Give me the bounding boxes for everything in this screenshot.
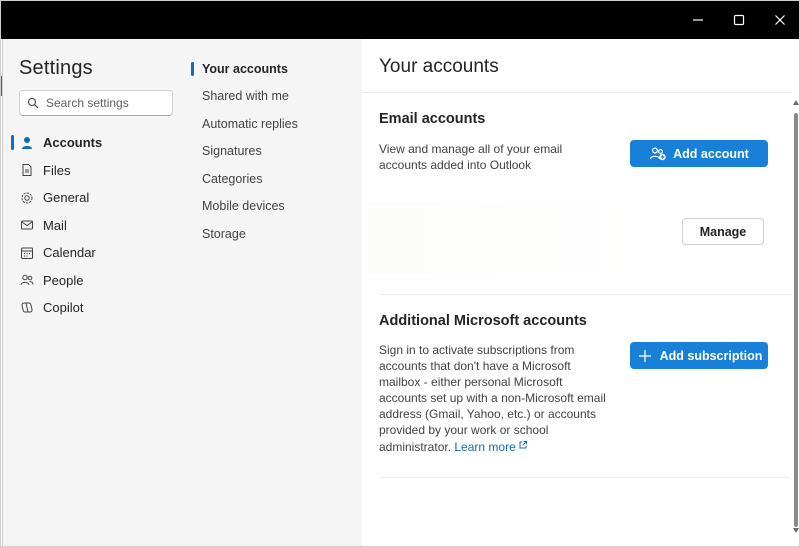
subnav-item-label: Mobile devices: [202, 199, 285, 214]
title-bar: [0, 0, 800, 39]
email-accounts-title: Email accounts: [379, 111, 486, 127]
settings-title: Settings: [19, 57, 93, 79]
add-subscription-button[interactable]: Add subscription: [630, 342, 768, 369]
mail-icon: [19, 217, 35, 233]
subnav-item-label: Your accounts: [202, 61, 288, 76]
minimize-button[interactable]: [677, 0, 718, 39]
settings-nav: Accounts Files General Mail Calendar Peo…: [3, 129, 173, 322]
sidebar-item-files[interactable]: Files: [3, 157, 173, 185]
additional-accounts-title: Additional Microsoft accounts: [379, 313, 587, 329]
accounts-subnav: Your accounts Shared with me Automatic r…: [191, 55, 351, 248]
additional-accounts-text: Sign in to activate subscriptions from a…: [379, 343, 606, 454]
scroll-up-arrow-icon[interactable]: [792, 97, 800, 107]
search-box[interactable]: [19, 90, 173, 116]
sidebar-item-label: Copilot: [43, 300, 84, 316]
sidebar-item-people[interactable]: People: [3, 267, 173, 295]
add-subscription-label: Add subscription: [659, 348, 763, 363]
person-icon: [19, 135, 35, 151]
sidebar-item-label: General: [43, 190, 90, 206]
external-link-icon: [518, 438, 528, 449]
sidebar-item-general[interactable]: General: [3, 184, 173, 212]
subnav-item-label: Categories: [202, 171, 263, 186]
subnav-item-label: Shared with me: [202, 89, 289, 104]
document-icon: [19, 162, 35, 178]
sidebar-item-calendar[interactable]: Calendar: [3, 239, 173, 267]
close-button[interactable]: [759, 0, 800, 39]
additional-accounts-description: Sign in to activate subscriptions from a…: [379, 342, 611, 455]
plus-icon: [636, 348, 654, 364]
scroll-thumb[interactable]: [794, 113, 798, 527]
outlook-settings-window: Settings Accounts: [0, 0, 800, 547]
search-icon: [26, 96, 40, 110]
add-account-button[interactable]: Add account: [630, 140, 768, 167]
settings-sidebar: Settings Accounts: [3, 39, 362, 547]
email-accounts-description: View and manage all of your email accoun…: [379, 142, 563, 172]
subnav-item-storage[interactable]: Storage: [191, 220, 351, 248]
sidebar-item-label: People: [43, 272, 84, 288]
sidebar-item-label: Calendar: [43, 245, 96, 261]
page-title: Your accounts: [379, 56, 499, 77]
sidebar-item-copilot[interactable]: Copilot: [3, 294, 173, 322]
learn-more-label: Learn more: [454, 440, 516, 454]
additional-section-divider: [379, 477, 790, 478]
subnav-item-mobile-devices[interactable]: Mobile devices: [191, 193, 351, 221]
sidebar-item-mail[interactable]: Mail: [3, 212, 173, 240]
maximize-icon: [733, 14, 744, 25]
learn-more-link[interactable]: Learn more: [454, 440, 527, 454]
add-account-label: Add account: [673, 146, 749, 161]
subnav-item-label: Automatic replies: [202, 116, 298, 131]
sidebar-item-label: Files: [43, 162, 71, 178]
subnav-item-automatic-replies[interactable]: Automatic replies: [191, 110, 351, 138]
scroll-down-arrow-icon[interactable]: [792, 525, 800, 535]
title-divider: [362, 92, 792, 93]
sidebar-item-label: Accounts: [43, 135, 103, 151]
background-app-marker: [0, 76, 2, 96]
manage-button[interactable]: Manage: [682, 218, 764, 245]
maximize-button[interactable]: [718, 0, 759, 39]
close-icon: [774, 14, 785, 25]
email-section-divider: [379, 294, 790, 295]
copilot-icon: [19, 300, 35, 316]
gear-icon: [19, 190, 35, 206]
add-person-icon: [649, 146, 667, 162]
account-row: [368, 202, 638, 274]
sidebar-item-label: Mail: [43, 217, 67, 233]
subnav-item-label: Signatures: [202, 144, 262, 159]
calendar-icon: [19, 245, 35, 261]
subnav-item-label: Storage: [202, 226, 246, 241]
scrollbar[interactable]: [792, 39, 800, 547]
people-icon: [19, 272, 35, 288]
search-input[interactable]: [46, 96, 166, 110]
settings-main-panel: Your accounts Email accounts View and ma…: [362, 39, 800, 547]
subnav-item-signatures[interactable]: Signatures: [191, 138, 351, 166]
minimize-icon: [692, 18, 703, 21]
sidebar-item-accounts[interactable]: Accounts: [3, 129, 173, 157]
window-controls: [677, 0, 800, 39]
subnav-item-shared-with-me[interactable]: Shared with me: [191, 83, 351, 111]
subnav-item-categories[interactable]: Categories: [191, 165, 351, 193]
subnav-item-your-accounts[interactable]: Your accounts: [191, 55, 351, 83]
